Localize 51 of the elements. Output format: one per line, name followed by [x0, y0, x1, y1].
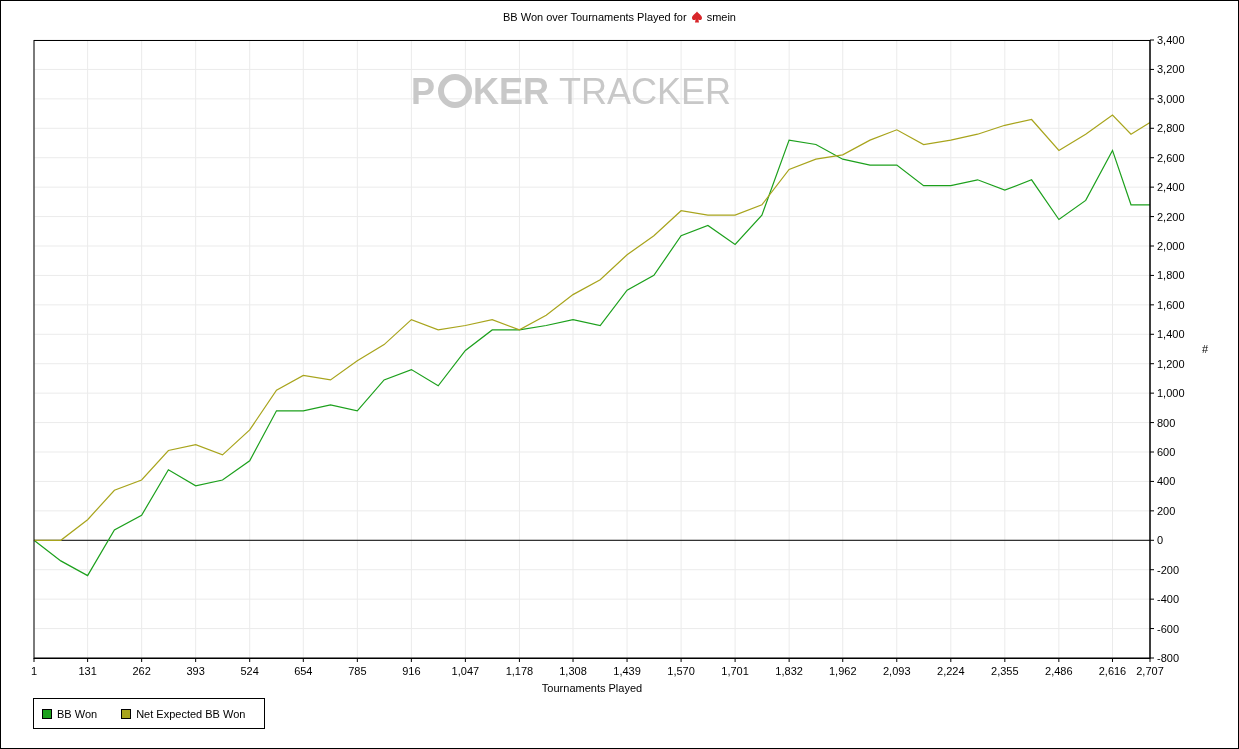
y-tick-label: 3,400: [1157, 34, 1185, 46]
y-tick-label: 1,600: [1157, 298, 1185, 311]
y-tick-label: 400: [1157, 475, 1176, 488]
x-tick-label: 1,570: [667, 665, 695, 677]
x-tick-label: 2,093: [883, 665, 911, 677]
x-tick-label: 1,047: [451, 665, 480, 677]
x-tick-label: 262: [132, 665, 151, 677]
y-tick-label: 1,200: [1157, 357, 1185, 370]
x-tick-label: 2,486: [1045, 665, 1073, 677]
y-tick-label: 0: [1157, 534, 1164, 547]
y-tick-label: 1,000: [1157, 387, 1185, 400]
y-tick-label: 2,600: [1157, 151, 1185, 164]
x-tick-label: 1,832: [775, 665, 803, 677]
x-tick-label: 2,224: [937, 665, 965, 677]
x-tick-label: 1,308: [559, 665, 587, 677]
legend-label: BB Won: [57, 707, 98, 720]
x-tick-label: 2,707: [1136, 665, 1164, 677]
y-tick-label: 1,400: [1157, 328, 1185, 341]
y-tick-label: 2,800: [1157, 122, 1185, 135]
player-name: smein: [706, 10, 736, 23]
x-tick-label: 524: [240, 665, 259, 677]
y-tick-label: -400: [1157, 593, 1180, 606]
legend-label: Net Expected BB Won: [136, 707, 246, 720]
y-tick-label: 3,200: [1157, 63, 1185, 76]
y-tick-label: -600: [1157, 622, 1180, 635]
x-tick-label: 654: [294, 665, 313, 677]
y-tick-label: 2,200: [1157, 210, 1185, 223]
y-tick-label: 1,800: [1157, 269, 1185, 282]
chart-title: BB Won over Tournaments Played for: [503, 10, 687, 23]
x-tick-label: 916: [402, 665, 421, 677]
x-tick-label: 2,355: [991, 665, 1019, 677]
x-tick-label: 131: [78, 665, 97, 677]
y-axis-title: #: [1202, 343, 1209, 355]
x-axis-title: Tournaments Played: [541, 682, 643, 694]
y-tick-label: 800: [1157, 416, 1176, 429]
x-tick-label: 1,962: [829, 665, 857, 677]
x-tick-label: 2,616: [1098, 665, 1127, 677]
x-tick-label: 1,178: [505, 665, 534, 677]
y-tick-label: 600: [1157, 446, 1176, 458]
y-tick-label: -200: [1157, 563, 1180, 576]
y-tick-label: 3,000: [1157, 92, 1185, 105]
x-tick-label: 393: [186, 665, 205, 677]
x-tick-label: 1: [30, 665, 38, 677]
x-tick-label: 1,701: [721, 665, 749, 677]
y-tick-label: 2,000: [1157, 240, 1185, 252]
y-tick-label: 2,400: [1157, 181, 1185, 194]
y-tick-label: -800: [1157, 652, 1180, 664]
y-tick-label: 200: [1157, 504, 1176, 517]
x-tick-label: 1,439: [613, 665, 641, 677]
spade-icon: [690, 10, 703, 23]
x-tick-label: 785: [348, 665, 367, 677]
